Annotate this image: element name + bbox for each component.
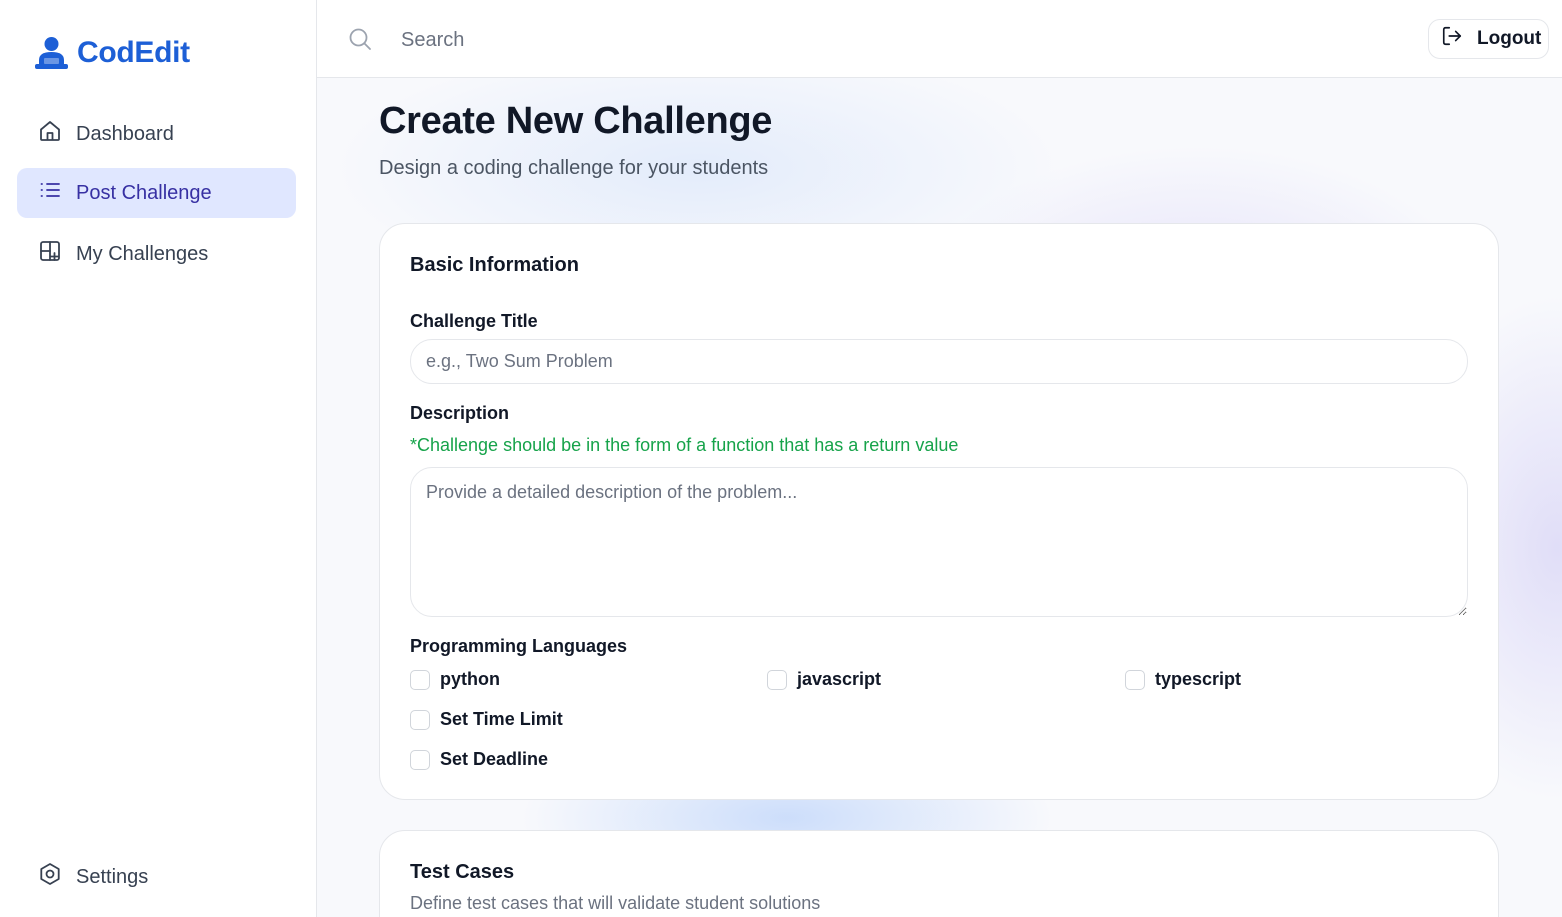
checkbox[interactable] <box>410 669 430 690</box>
language-option-javascript[interactable]: javascript <box>767 669 881 690</box>
checkbox-label: Set Deadline <box>440 749 549 769</box>
brand-logo[interactable]: CodEdit <box>34 36 190 70</box>
set-deadline-toggle[interactable]: Set Deadline <box>410 749 548 770</box>
checkbox-label: Set Time Limit <box>440 709 563 729</box>
logout-button[interactable]: Logout <box>1428 19 1549 59</box>
sidebar: CodEdit Dashboard Post Challenge My Chal… <box>0 0 317 917</box>
grid-plus-icon <box>38 239 62 269</box>
sidebar-item-label: My Challenges <box>76 242 209 265</box>
checkbox-label: javascript <box>797 669 882 689</box>
set-time-limit-toggle[interactable]: Set Time Limit <box>410 709 563 730</box>
section-subtitle: Define test cases that will validate stu… <box>410 893 821 913</box>
sidebar-item-label: Dashboard <box>76 122 174 145</box>
checkbox[interactable] <box>410 749 430 770</box>
home-icon <box>38 119 62 149</box>
search-input[interactable] <box>401 22 1001 58</box>
language-option-python[interactable]: python <box>410 669 500 690</box>
checkbox[interactable] <box>767 669 787 690</box>
sidebar-item-post-challenge[interactable]: Post Challenge <box>17 168 296 218</box>
language-option-typescript[interactable]: typescript <box>1125 669 1241 690</box>
sidebar-item-dashboard[interactable]: Dashboard <box>17 109 296 159</box>
main-content: Create New Challenge Design a coding cha… <box>317 78 1562 917</box>
sidebar-item-settings[interactable]: Settings <box>17 852 296 902</box>
section-title: Test Cases <box>410 861 515 883</box>
programming-languages-label: Programming Languages <box>410 636 628 656</box>
description-textarea[interactable] <box>410 467 1468 617</box>
sidebar-item-label: Post Challenge <box>76 181 212 204</box>
search-icon <box>348 27 372 56</box>
checkbox-label: typescript <box>1155 669 1242 689</box>
page-subtitle: Design a coding challenge for your stude… <box>379 157 769 179</box>
challenge-title-input[interactable] <box>410 339 1468 384</box>
checkbox[interactable] <box>1125 669 1145 690</box>
settings-icon <box>38 862 62 892</box>
list-icon <box>38 178 62 208</box>
sidebar-item-label: Settings <box>76 865 149 888</box>
section-title: Basic Information <box>410 254 579 276</box>
sidebar-item-my-challenges[interactable]: My Challenges <box>17 229 296 279</box>
basic-information-card: Basic Information Challenge Title Descri… <box>379 223 1499 800</box>
description-label: Description <box>410 403 510 423</box>
logout-label: Logout <box>1477 28 1542 49</box>
checkbox[interactable] <box>410 709 430 730</box>
user-laptop-icon <box>34 36 69 70</box>
test-cases-card: Test Cases Define test cases that will v… <box>379 830 1499 917</box>
description-hint: *Challenge should be in the form of a fu… <box>410 435 959 455</box>
brand-name: CodEdit <box>77 36 190 69</box>
page-title: Create New Challenge <box>379 100 773 142</box>
logout-icon <box>1441 25 1463 53</box>
topbar: Logout <box>317 0 1562 78</box>
challenge-title-label: Challenge Title <box>410 311 538 331</box>
checkbox-label: python <box>440 669 500 689</box>
